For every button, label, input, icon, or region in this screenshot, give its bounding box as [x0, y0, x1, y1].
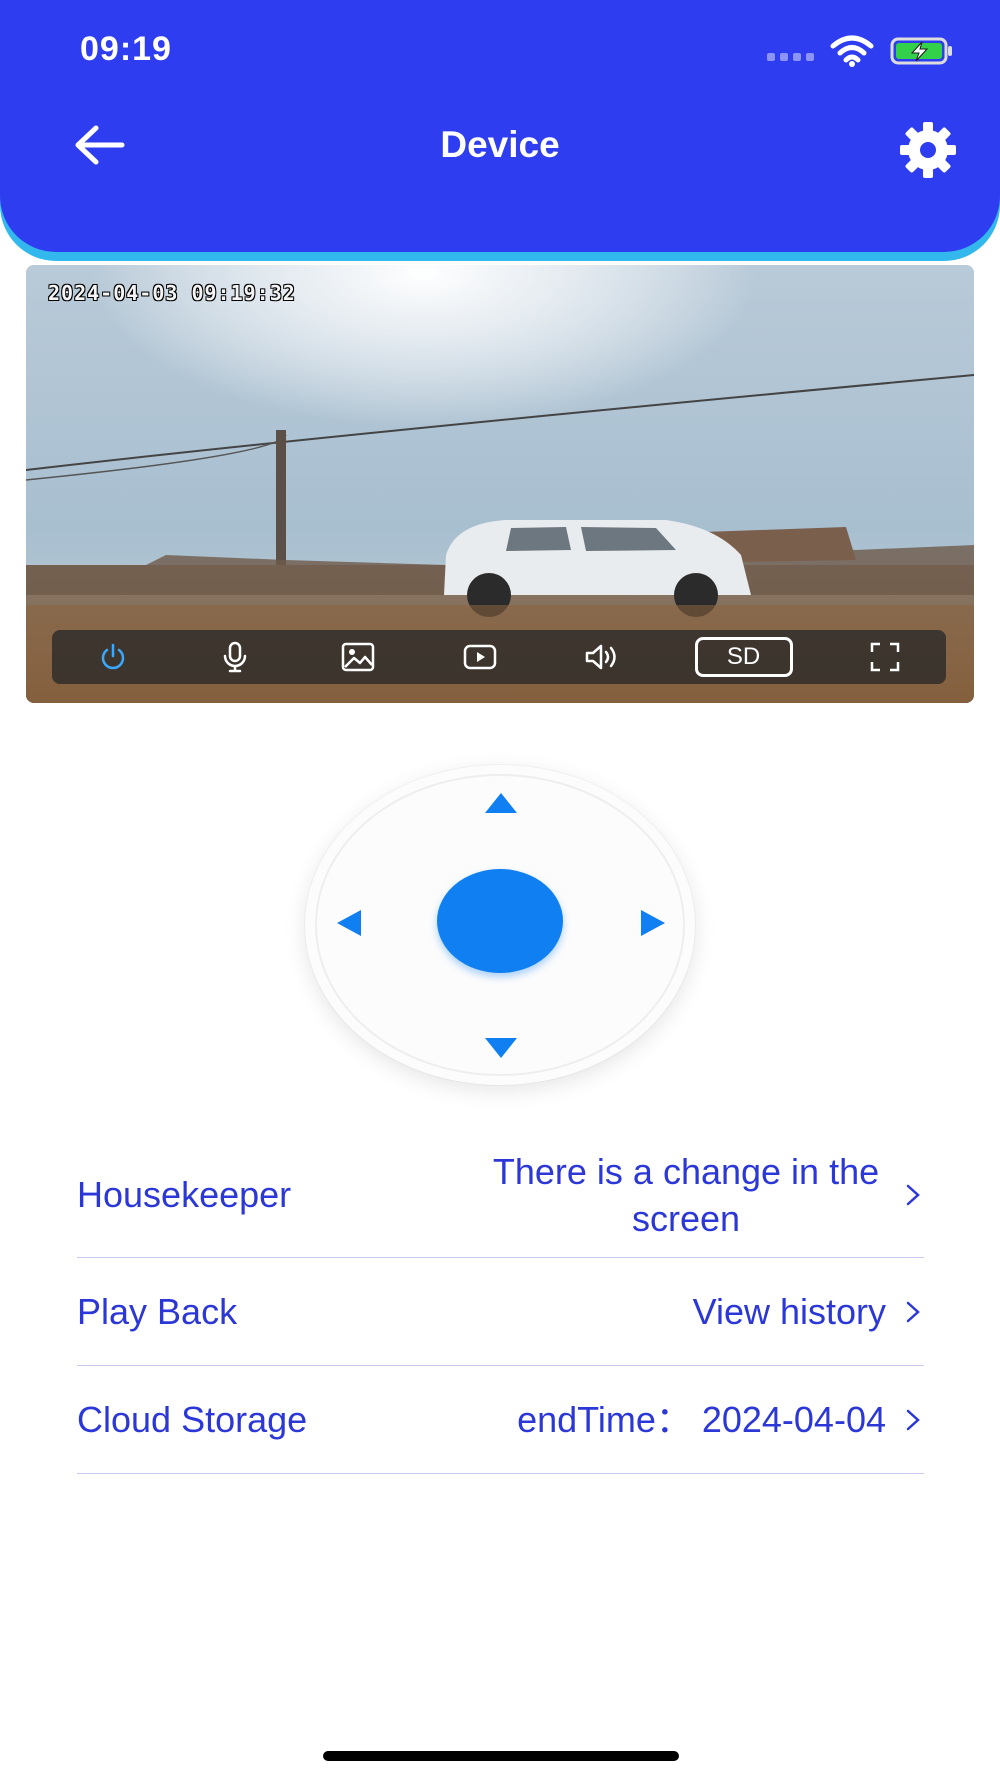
settings-button[interactable] [896, 118, 960, 182]
ptz-center-button[interactable] [437, 869, 563, 973]
video-toolbar: SD [52, 630, 946, 684]
chevron-right-icon [906, 1301, 920, 1322]
left-arrow-icon[interactable] [337, 910, 361, 936]
menu-item-value: View history [692, 1291, 886, 1332]
power-button[interactable] [83, 635, 143, 679]
right-arrow-icon[interactable] [641, 910, 665, 936]
snapshot-button[interactable] [328, 635, 388, 679]
battery-charging-icon [890, 37, 952, 65]
down-arrow-icon[interactable] [485, 1038, 517, 1058]
chevron-right-icon [906, 1409, 920, 1430]
menu-item-play-back[interactable]: Play Back View history [77, 1258, 924, 1366]
ptz-control [305, 765, 695, 1085]
status-time: 09:19 [80, 30, 172, 68]
speaker-icon [586, 644, 617, 670]
page-title: Device [440, 124, 560, 165]
sd-label: SD [694, 637, 793, 677]
wifi-icon [830, 35, 874, 67]
menu-item-value: There is a change in the screen [492, 1151, 880, 1239]
chevron-right-icon [906, 1184, 920, 1206]
power-icon [101, 643, 125, 670]
record-button[interactable] [450, 635, 510, 679]
menu-item-label: Cloud Storage [77, 1398, 308, 1440]
fullscreen-icon [870, 642, 900, 672]
microphone-button[interactable] [205, 635, 265, 679]
gear-icon [900, 122, 956, 178]
menu-item-label: Housekeeper [77, 1174, 292, 1215]
top-bar: 09:19 Device [0, 0, 1000, 252]
device-menu: Housekeeper There is a change in the scr… [77, 1133, 924, 1474]
sd-quality-button[interactable]: SD [694, 635, 793, 679]
up-arrow-icon[interactable] [485, 793, 517, 813]
record-icon [463, 644, 497, 670]
menu-item-cloud-storage[interactable]: Cloud Storage endTime： 2024-04-04 [77, 1366, 924, 1474]
snapshot-icon [341, 642, 374, 672]
fullscreen-button[interactable] [855, 635, 915, 679]
home-indicator[interactable] [323, 1751, 679, 1761]
menu-item-value: endTime： 2024-04-04 [517, 1399, 886, 1440]
signal-icon [767, 53, 814, 61]
device-screen: 09:19 Device 2024-04-03 09:19:32 SD Hous… [0, 0, 1000, 1778]
status-icons [767, 34, 954, 68]
video-timestamp: 2024-04-03 09:19:32 [48, 281, 296, 305]
menu-item-label: Play Back [77, 1290, 238, 1332]
live-video[interactable]: 2024-04-03 09:19:32 SD [26, 265, 974, 703]
menu-item-housekeeper[interactable]: Housekeeper There is a change in the scr… [77, 1133, 924, 1258]
speaker-button[interactable] [572, 635, 632, 679]
microphone-icon [224, 641, 247, 673]
